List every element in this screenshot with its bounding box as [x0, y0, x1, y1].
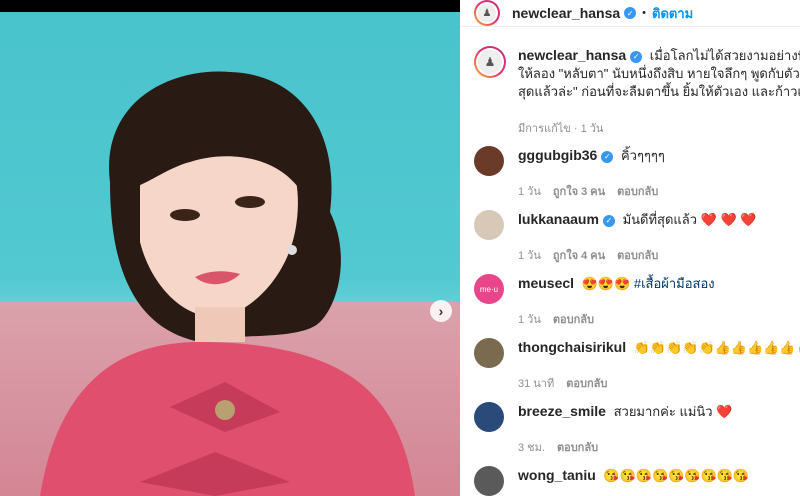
avatar: ♟	[478, 4, 496, 22]
avatar-label: me·u	[479, 284, 499, 294]
comment-text: 👏👏👏👏👏👍👍👍👍👍✌️	[633, 340, 800, 355]
next-photo-button[interactable]: ›	[430, 300, 452, 322]
caption-line-3: สุดแล้วล่ะ" ก่อนที่จะลืมตาขึ้น ยิ้มให้ตั…	[518, 84, 800, 99]
comment-text: คิ้วๆๆๆๆ	[620, 148, 665, 163]
comment-likes[interactable]: ถูกใจ 4 คน	[553, 250, 605, 262]
comment-time: 31 นาที	[518, 378, 555, 390]
caption-avatar-ring[interactable]: ♟	[474, 46, 506, 78]
avatar[interactable]	[474, 210, 504, 240]
avatar[interactable]	[474, 338, 504, 368]
verified-badge-icon: ✓	[601, 150, 614, 163]
reply-button[interactable]: ตอบกลับ	[557, 442, 598, 454]
comment-username[interactable]: wong_taniu	[518, 467, 596, 483]
reply-button[interactable]: ตอบกลับ	[566, 378, 607, 390]
caption-edited: มีการแก้ไข · 1 วัน	[518, 123, 604, 135]
comment-time: 1 วัน	[518, 250, 541, 262]
comment-text: มันดีที่สุดแล้ว ❤️ ❤️ ❤️	[622, 212, 757, 227]
follow-button[interactable]: ติดตาม	[652, 3, 693, 24]
comment-text: 😘😘😘😘😘😘😘😘😘	[603, 468, 750, 483]
comment-item: thongchaisirikul 👏👏👏👏👏👍👍👍👍👍✌️ 31 นาที ตอบ…	[474, 338, 800, 392]
post-header: ♟ newclear_hansa ✓ • ติดตาม	[460, 0, 800, 27]
header-avatar-ring[interactable]: ♟	[474, 0, 500, 26]
avatar: ♟	[478, 50, 502, 74]
comment-item: breeze_smile สวยมากค่ะ แม่นิว ❤️ 3 ชม. ตอ…	[474, 402, 800, 456]
comment-time: 3 ชม.	[518, 442, 545, 454]
comment-likes[interactable]: ถูกใจ 3 คน	[553, 186, 605, 198]
comment-text: สวยมากค่ะ แม่นิว ❤️	[613, 404, 733, 419]
portrait-illustration	[40, 71, 415, 496]
verified-badge-icon: ✓	[624, 7, 637, 19]
verified-badge-icon: ✓	[602, 214, 615, 227]
comment-item: lukkanaaum ✓ มันดีที่สุดแล้ว ❤️ ❤️ ❤️ 1 ว…	[474, 210, 800, 264]
verified-badge-icon: ✓	[630, 50, 643, 63]
reply-button[interactable]: ตอบกลับ	[617, 250, 658, 262]
post-caption: ♟ newclear_hansa ✓ เมื่อโลกไม่ได้สวยงามอย…	[474, 46, 800, 137]
header-username[interactable]: newclear_hansa	[512, 5, 620, 21]
comment-item: gggubgib36 ✓ คิ้วๆๆๆๆ 1 วัน ถูกใจ 3 คน ตอบก…	[474, 146, 800, 200]
comment-item: me·u meusecl 😍😍😍 #เสื้อผ้ามือสอง 1 วัน ตอ…	[474, 274, 800, 328]
caption-line-1: เมื่อโลกไม่ได้สวยงามอย่างที่คิด	[649, 48, 800, 63]
reply-button[interactable]: ตอบกลับ	[553, 314, 594, 326]
caption-line-2: ให้ลอง "หลับตา" นับหนึ่งถึงสิบ หายใจลึกๆ…	[518, 66, 800, 81]
comment-time: 1 วัน	[518, 186, 541, 198]
post-side-panel: ♟ newclear_hansa ✓ • ติดตาม ♟ newclear_h…	[460, 0, 800, 496]
avatar[interactable]	[474, 146, 504, 176]
reply-button[interactable]: ตอบกลับ	[617, 186, 658, 198]
comment-username[interactable]: meusecl	[518, 275, 574, 291]
comment-username[interactable]: lukkanaaum	[518, 211, 599, 227]
photo-image	[0, 12, 460, 496]
comment-username[interactable]: gggubgib36	[518, 147, 597, 163]
comment-username[interactable]: thongchaisirikul	[518, 339, 626, 355]
avatar[interactable]: me·u	[474, 274, 504, 304]
comment-time: 1 วัน	[518, 314, 541, 326]
comment-username[interactable]: breeze_smile	[518, 403, 606, 419]
comment-text: 😍😍😍 #เสื้อผ้ามือสอง	[581, 276, 715, 291]
post-photo[interactable]: ›	[0, 0, 460, 496]
caption-username[interactable]: newclear_hansa	[518, 47, 626, 63]
avatar[interactable]	[474, 402, 504, 432]
comment-item: wong_taniu 😘😘😘😘😘😘😘😘😘	[474, 466, 800, 496]
separator-dot: •	[642, 7, 647, 19]
avatar[interactable]	[474, 466, 504, 496]
